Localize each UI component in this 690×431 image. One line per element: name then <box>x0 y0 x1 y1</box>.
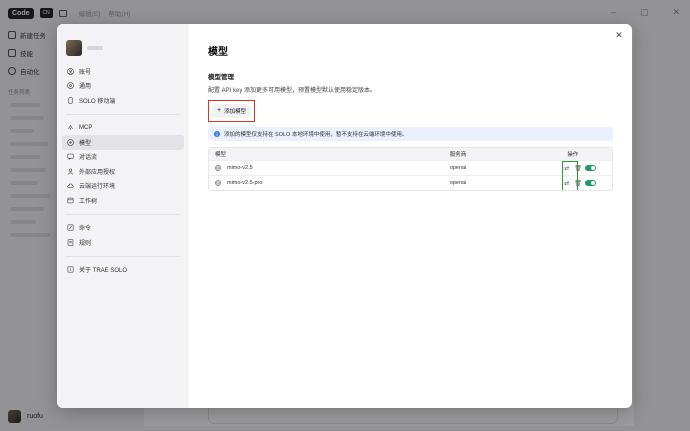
model-name: mimo-v2.5 <box>227 165 253 171</box>
add-model-highlight: + 添加模型 <box>208 100 256 122</box>
header-actions: 操作 <box>567 152 579 158</box>
globe-icon <box>215 165 221 171</box>
action-highlight <box>562 161 578 190</box>
table-header: 模型 服务商 操作 <box>209 148 612 160</box>
add-model-button[interactable]: + 添加模型 <box>212 104 252 118</box>
worktree-icon <box>67 197 74 204</box>
nav-item-rules[interactable]: 规则 <box>62 235 184 250</box>
settings-modal: 账号 通用 SOLO 移动端 MCP 模型 对话流 外部应用授权 云端运行环境 … <box>57 24 632 408</box>
info-icon <box>67 266 74 273</box>
nav-item-mcp[interactable]: MCP <box>62 121 184 136</box>
cloud-icon <box>67 183 74 189</box>
nav-divider <box>66 113 180 115</box>
nav-item-worktree[interactable]: 工作树 <box>62 193 184 208</box>
nav-item-chat-flow[interactable]: 对话流 <box>62 150 184 165</box>
enable-toggle[interactable] <box>585 180 597 186</box>
settings-nav: 账号 通用 SOLO 移动端 MCP 模型 对话流 外部应用授权 云端运行环境 … <box>57 24 189 408</box>
settings-content: ✕ 模型 模型管理 配置 API key 添加更多可用模型，预置模型默认使用稳定… <box>189 24 632 408</box>
header-provider: 服务商 <box>449 152 467 158</box>
nav-item-commands[interactable]: 命令 <box>62 221 184 236</box>
nav-item-external-auth[interactable]: 外部应用授权 <box>62 164 184 179</box>
user-circle-icon <box>67 67 74 75</box>
mcp-icon <box>68 125 73 130</box>
mobile-icon <box>68 97 73 104</box>
provider-name: openai <box>449 180 467 186</box>
model-name: mimo-v2.5-pro <box>227 180 263 186</box>
avatar <box>66 40 82 56</box>
header-model: 模型 <box>215 152 227 158</box>
info-banner: i 添加的模型仅支持在 SOLO 本地环境中使用，暂不支持在云端环境中使用。 <box>208 127 613 141</box>
settings-icon <box>67 82 74 90</box>
nav-item-cloud-env[interactable]: 云端运行环境 <box>62 179 184 194</box>
person-icon <box>67 168 74 175</box>
info-circle-icon: i <box>214 131 220 137</box>
section-description: 配置 API key 添加更多可用模型，预置模型默认使用稳定版本。 <box>208 88 377 94</box>
plus-icon: + <box>217 107 222 114</box>
globe-icon <box>215 180 221 186</box>
section-title: 模型管理 <box>208 74 234 81</box>
chat-flow-icon <box>67 153 74 161</box>
nav-item-model[interactable]: 模型 <box>62 135 184 150</box>
enable-toggle[interactable] <box>585 165 597 171</box>
page-title: 模型 <box>208 47 228 58</box>
profile-name-blurred <box>87 46 103 50</box>
rules-icon <box>67 239 74 246</box>
nav-item-solo-mobile[interactable]: SOLO 移动端 <box>62 93 184 108</box>
close-icon[interactable]: ✕ <box>614 30 624 40</box>
model-table: 模型 服务商 操作 mimo-v2.5 openai ⇄ 🗑 mimo-v2.5… <box>208 147 613 191</box>
table-row: mimo-v2.5-pro openai ⇄ 🗑 <box>209 175 612 190</box>
command-icon <box>67 224 74 231</box>
nav-item-about[interactable]: 关于 TRAE SOLO <box>62 263 184 278</box>
model-icon <box>67 138 74 146</box>
nav-divider <box>66 213 180 215</box>
profile-header <box>57 38 189 58</box>
nav-item-account[interactable]: 账号 <box>62 64 184 79</box>
table-row: mimo-v2.5 openai ⇄ 🗑 <box>209 160 612 175</box>
nav-divider <box>66 255 180 257</box>
info-text: 添加的模型仅支持在 SOLO 本地环境中使用，暂不支持在云端环境中使用。 <box>224 132 408 138</box>
provider-name: openai <box>449 165 467 171</box>
nav-item-general[interactable]: 通用 <box>62 79 184 94</box>
